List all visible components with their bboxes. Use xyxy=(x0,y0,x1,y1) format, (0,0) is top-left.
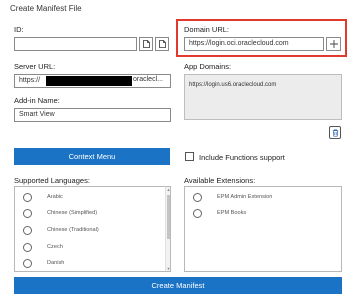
trash-icon xyxy=(332,128,338,137)
server-url-suffix: oraclecl... xyxy=(133,76,163,83)
app-domains-list[interactable]: https://login.us6.oraclecloud.com xyxy=(184,74,342,120)
language-label: Chinese (Traditional) xyxy=(47,227,99,233)
scroll-up-icon[interactable]: ▲ xyxy=(166,187,170,192)
extension-option[interactable]: EPM Admin Extension xyxy=(185,191,341,206)
language-option[interactable]: Czech xyxy=(15,241,170,256)
language-radio[interactable] xyxy=(23,243,32,252)
server-url-prefix: https:// xyxy=(19,77,41,84)
server-url-label: Server URL: xyxy=(14,62,56,71)
language-label: Danish xyxy=(47,260,65,266)
supported-languages-panel[interactable]: Arabic Chinese (Simplified) Chinese (Tra… xyxy=(14,186,171,272)
language-label: Chinese (Simplified) xyxy=(47,210,98,216)
language-option[interactable]: Chinese (Simplified) xyxy=(15,207,170,222)
domain-url-label: Domain URL: xyxy=(184,25,230,34)
file-icon xyxy=(158,40,166,48)
languages-scrollbar[interactable]: ▲ ▼ xyxy=(165,187,170,271)
dialog-title: Create Manifest File xyxy=(10,4,82,13)
id-input[interactable] xyxy=(14,37,137,51)
scroll-down-icon[interactable]: ▼ xyxy=(166,266,170,271)
scrollbar-thumb[interactable] xyxy=(167,195,170,239)
domain-url-input[interactable]: https://login.oci.oraclecloud.com xyxy=(184,37,324,51)
language-radio[interactable] xyxy=(23,259,32,268)
id-copy-button[interactable] xyxy=(139,37,153,51)
domain-add-button[interactable] xyxy=(326,37,341,51)
app-domains-delete-button[interactable] xyxy=(329,126,341,139)
language-radio[interactable] xyxy=(23,209,32,218)
plus-icon xyxy=(329,40,338,48)
language-option[interactable]: Danish xyxy=(15,257,170,271)
id-label: ID: xyxy=(14,25,24,34)
language-option[interactable]: Chinese (Traditional) xyxy=(15,224,170,239)
language-label: Arabic xyxy=(47,194,63,200)
language-label: Czech xyxy=(47,244,63,250)
include-functions-checkbox[interactable] xyxy=(185,152,194,161)
language-radio[interactable] xyxy=(23,226,32,235)
id-file-button[interactable] xyxy=(155,37,169,51)
app-domain-item[interactable]: https://login.us6.oraclecloud.com xyxy=(189,82,276,88)
include-functions-label: Include Functions support xyxy=(199,153,285,162)
extension-label: EPM Admin Extension xyxy=(217,194,273,200)
extension-radio[interactable] xyxy=(193,193,202,202)
addin-name-label: Add-in Name: xyxy=(14,96,60,105)
available-extensions-label: Available Extensions: xyxy=(184,176,256,185)
language-option[interactable]: Arabic xyxy=(15,191,170,206)
supported-languages-label: Supported Languages: xyxy=(14,176,90,185)
app-domains-label: App Domains: xyxy=(184,62,232,71)
redacted-block xyxy=(46,76,132,86)
extension-radio[interactable] xyxy=(193,209,202,218)
extension-option[interactable]: EPM Books xyxy=(185,207,341,222)
language-radio[interactable] xyxy=(23,193,32,202)
extension-label: EPM Books xyxy=(217,210,247,216)
addin-name-input[interactable]: Smart View xyxy=(14,108,171,122)
available-extensions-panel[interactable]: EPM Admin Extension EPM Books xyxy=(184,186,342,272)
context-menu-button[interactable]: Context Menu xyxy=(14,148,170,165)
create-manifest-button[interactable]: Create Manifest xyxy=(14,277,342,294)
copy-icon xyxy=(142,40,150,48)
